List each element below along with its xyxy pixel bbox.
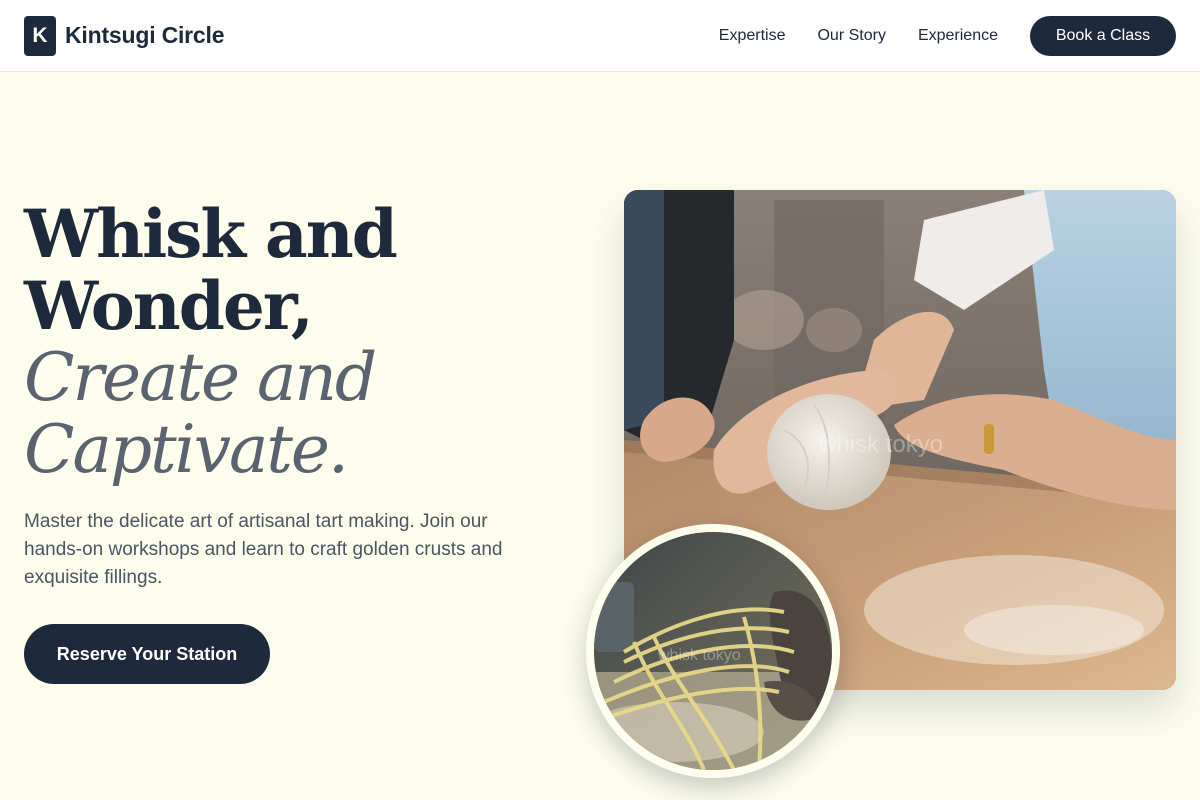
nav-link-experience[interactable]: Experience [918, 27, 998, 45]
svg-text:whisk tokyo: whisk tokyo [657, 647, 741, 664]
hero-subtitle: Master the delicate art of artisanal tar… [24, 511, 503, 588]
inset-image-pasta: whisk tokyo [586, 524, 840, 778]
hero-heading-line-4: Captivate. [24, 411, 349, 488]
brand-mark-icon: K [24, 15, 56, 56]
svg-text:whisk tokyo: whisk tokyo [818, 431, 943, 458]
main-nav: Expertise Our Story Experience Book a Cl… [719, 15, 1176, 56]
pasta-photo: whisk tokyo [594, 532, 832, 770]
reserve-station-button[interactable]: Reserve Your Station [24, 624, 270, 684]
hero-heading-line-1: Whisk and [24, 195, 398, 273]
hero-heading: Whisk and Wonder, Create and Captivate. [24, 198, 564, 486]
brand-name: Kintsugi Circle [65, 22, 225, 48]
hero-heading-line-3: Create and [24, 339, 377, 416]
brand-logo[interactable]: K Kintsugi Circle [24, 15, 225, 56]
site-header: K Kintsugi Circle Expertise Our Story Ex… [0, 0, 1200, 72]
nav-link-our-story[interactable]: Our Story [817, 27, 885, 45]
nav-link-expertise[interactable]: Expertise [719, 27, 786, 45]
book-class-button[interactable]: Book a Class [1030, 15, 1176, 56]
hero-heading-line-2: Wonder, [24, 267, 314, 345]
